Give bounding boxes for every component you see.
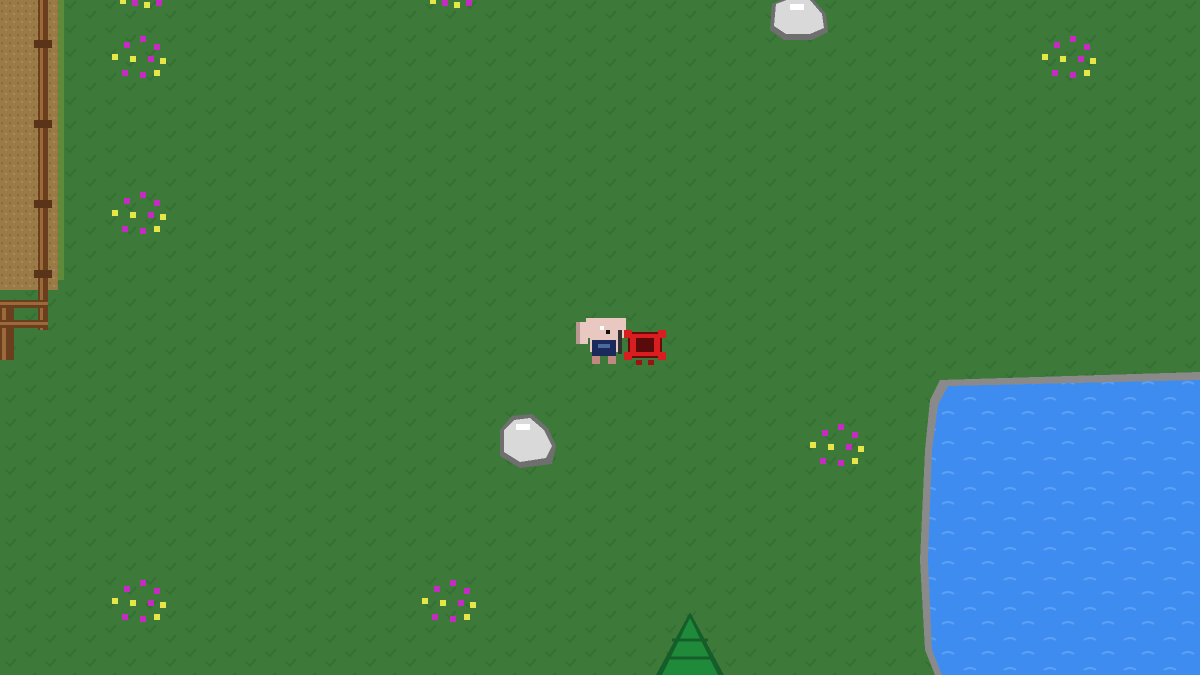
game-viewport[interactable] <box>0 0 1200 675</box>
dirt-path <box>0 0 64 290</box>
pond <box>920 372 1200 675</box>
game-world[interactable] <box>0 0 1200 675</box>
